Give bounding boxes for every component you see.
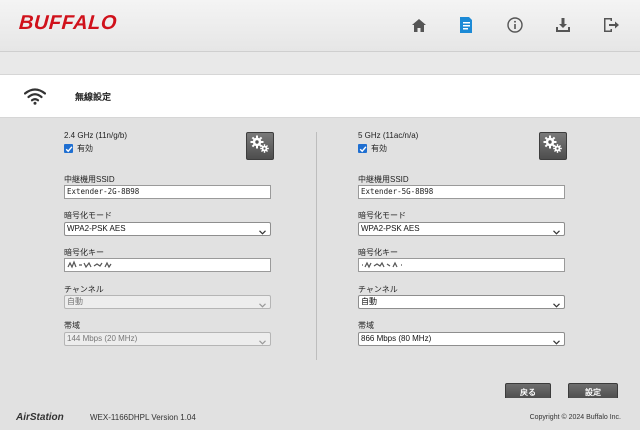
bandwidth-value-2-4ghz: 144 Mbps (20 MHz) <box>67 334 138 343</box>
logout-icon[interactable] <box>599 13 623 37</box>
enable-row-2-4ghz: 有効 <box>64 143 93 154</box>
gear-icon <box>542 133 564 160</box>
key-input-5ghz[interactable] <box>358 258 565 272</box>
channel-value-5ghz: 自動 <box>361 297 377 306</box>
encryption-value-5ghz: WPA2-PSK AES <box>361 224 420 233</box>
encryption-select-2-4ghz[interactable]: WPA2-PSK AES <box>64 222 271 236</box>
footer: AirStation WEX-1166DHPL Version 1.04 Cop… <box>0 398 640 430</box>
download-icon[interactable] <box>551 13 575 37</box>
wifi-icon <box>23 88 47 110</box>
header-spacer-band <box>0 52 640 74</box>
airstation-logo: AirStation <box>16 412 64 423</box>
buffalo-logo[interactable]: BUFFALO <box>18 12 118 35</box>
home-icon[interactable] <box>407 13 431 37</box>
ssid-input-2-4ghz[interactable]: Extender-2G-8B98 <box>64 185 271 199</box>
chevron-down-icon <box>259 227 266 239</box>
band-title-2-4ghz: 2.4 GHz (11n/g/b) <box>64 131 127 140</box>
encryption-label-5ghz: 暗号化モード <box>358 211 406 220</box>
column-divider <box>316 132 317 360</box>
bandwidth-value-5ghz: 866 Mbps (80 MHz) <box>361 334 432 343</box>
channel-label-5ghz: チャンネル <box>358 285 398 294</box>
chevron-down-icon <box>553 337 560 349</box>
enable-checkbox-2-4ghz[interactable] <box>64 144 73 153</box>
encryption-value-2-4ghz: WPA2-PSK AES <box>67 224 126 233</box>
enable-row-5ghz: 有効 <box>358 143 387 154</box>
chevron-down-icon <box>553 227 560 239</box>
enable-label-5ghz: 有効 <box>371 144 387 153</box>
bandwidth-label-5ghz: 帯域 <box>358 321 374 330</box>
model-version: WEX-1166DHPL Version 1.04 <box>90 413 196 422</box>
advanced-settings-button-5ghz[interactable] <box>539 132 567 160</box>
ssid-label-2-4ghz: 中継機用SSID <box>64 175 115 184</box>
key-input-2-4ghz[interactable] <box>64 258 271 272</box>
ssid-input-5ghz[interactable]: Extender-5G-8B98 <box>358 185 565 199</box>
key-label-2-4ghz: 暗号化キー <box>64 248 104 257</box>
bandwidth-label-2-4ghz: 帯域 <box>64 321 80 330</box>
copyright: Copyright © 2024 Buffalo Inc. <box>529 414 621 421</box>
key-label-5ghz: 暗号化キー <box>358 248 398 257</box>
chevron-down-icon <box>259 300 266 312</box>
channel-select-5ghz[interactable]: 自動 <box>358 295 565 309</box>
bandwidth-select-2-4ghz: 144 Mbps (20 MHz) <box>64 332 271 346</box>
bandwidth-select-5ghz[interactable]: 866 Mbps (80 MHz) <box>358 332 565 346</box>
info-icon[interactable] <box>503 13 527 37</box>
gear-icon <box>249 133 271 160</box>
chevron-down-icon <box>259 337 266 349</box>
band-title-5ghz: 5 GHz (11ac/n/a) <box>358 131 419 140</box>
enable-label-2-4ghz: 有効 <box>77 144 93 153</box>
chevron-down-icon <box>553 300 560 312</box>
top-header: BUFFALO <box>0 0 640 52</box>
settings-document-icon[interactable] <box>454 13 478 37</box>
channel-value-2-4ghz: 自動 <box>67 297 83 306</box>
encryption-select-5ghz[interactable]: WPA2-PSK AES <box>358 222 565 236</box>
page-title: 無線設定 <box>75 92 112 102</box>
page-title-bar: 無線設定 <box>0 74 640 118</box>
encryption-label-2-4ghz: 暗号化モード <box>64 211 112 220</box>
enable-checkbox-5ghz[interactable] <box>358 144 367 153</box>
wireless-settings-form: 2.4 GHz (11n/g/b) 有効 中継機用SSID Extender-2… <box>0 118 640 401</box>
ssid-label-5ghz: 中継機用SSID <box>358 175 409 184</box>
advanced-settings-button-2-4ghz[interactable] <box>246 132 274 160</box>
channel-label-2-4ghz: チャンネル <box>64 285 104 294</box>
channel-select-2-4ghz: 自動 <box>64 295 271 309</box>
